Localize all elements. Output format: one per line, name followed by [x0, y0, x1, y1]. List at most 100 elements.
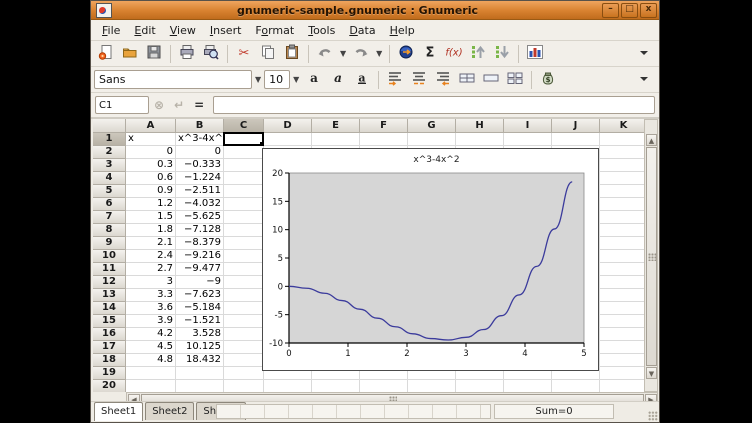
row-header-20[interactable]: 20: [93, 380, 126, 392]
redo-dropdown-icon[interactable]: ▼: [373, 49, 385, 58]
font-name-dropdown-icon[interactable]: ▼: [252, 75, 264, 84]
cell-C20[interactable]: [224, 380, 264, 392]
row-header-7[interactable]: 7: [93, 211, 126, 224]
cell-F1[interactable]: [360, 133, 408, 146]
cell-K20[interactable]: [600, 380, 644, 392]
row-header-12[interactable]: 12: [93, 276, 126, 289]
cell-B16[interactable]: 3.528: [176, 328, 224, 341]
cell-B8[interactable]: −7.128: [176, 224, 224, 237]
formula-input[interactable]: [213, 96, 655, 114]
row-header-13[interactable]: 13: [93, 289, 126, 302]
undo-button[interactable]: [313, 43, 337, 65]
cell-K8[interactable]: [600, 224, 644, 237]
column-header-G[interactable]: G: [408, 119, 456, 133]
menu-view[interactable]: View: [163, 22, 203, 39]
cell-E20[interactable]: [312, 380, 360, 392]
row-header-9[interactable]: 9: [93, 237, 126, 250]
cell-K4[interactable]: [600, 172, 644, 185]
cell-A2[interactable]: 0: [126, 146, 176, 159]
copy-button[interactable]: [256, 43, 280, 65]
cell-C4[interactable]: [224, 172, 264, 185]
cell-A1[interactable]: x: [126, 133, 176, 146]
cell-K7[interactable]: [600, 211, 644, 224]
cell-A9[interactable]: 2.1: [126, 237, 176, 250]
cell-B18[interactable]: 18.432: [176, 354, 224, 367]
cell-K12[interactable]: [600, 276, 644, 289]
cell-B3[interactable]: −0.333: [176, 159, 224, 172]
cell-K2[interactable]: [600, 146, 644, 159]
merge-cells-button[interactable]: [455, 69, 479, 91]
redo-button[interactable]: [349, 43, 373, 65]
row-header-10[interactable]: 10: [93, 250, 126, 263]
cell-K9[interactable]: [600, 237, 644, 250]
column-header-H[interactable]: H: [456, 119, 504, 133]
cell-C2[interactable]: [224, 146, 264, 159]
overflow-arrow-button[interactable]: [632, 69, 656, 91]
cell-B17[interactable]: 10.125: [176, 341, 224, 354]
scroll-up-icon[interactable]: ▲: [646, 134, 657, 146]
row-header-8[interactable]: 8: [93, 224, 126, 237]
cell-C7[interactable]: [224, 211, 264, 224]
cell-C19[interactable]: [224, 367, 264, 380]
cell-H1[interactable]: [456, 133, 504, 146]
maximize-button[interactable]: □: [621, 3, 638, 18]
column-header-B[interactable]: B: [176, 119, 224, 133]
row-header-14[interactable]: 14: [93, 302, 126, 315]
cell-C12[interactable]: [224, 276, 264, 289]
column-header-K[interactable]: K: [600, 119, 644, 133]
cell-B14[interactable]: −5.184: [176, 302, 224, 315]
menu-file[interactable]: File: [95, 22, 127, 39]
split-merged-button[interactable]: [503, 69, 527, 91]
cell-A4[interactable]: 0.6: [126, 172, 176, 185]
cell-D20[interactable]: [264, 380, 312, 392]
cell-B20[interactable]: [176, 380, 224, 392]
cell-K5[interactable]: [600, 185, 644, 198]
italic-button[interactable]: a: [326, 69, 350, 91]
cell-D1[interactable]: [264, 133, 312, 146]
font-size-dropdown-icon[interactable]: ▼: [290, 75, 302, 84]
cell-B4[interactable]: −1.224: [176, 172, 224, 185]
resize-grip-icon[interactable]: [648, 411, 658, 421]
row-header-17[interactable]: 17: [93, 341, 126, 354]
hyperlink-globe-button[interactable]: [394, 43, 418, 65]
column-header-J[interactable]: J: [552, 119, 600, 133]
row-header-3[interactable]: 3: [93, 159, 126, 172]
cell-K14[interactable]: [600, 302, 644, 315]
cell-K1[interactable]: [600, 133, 644, 146]
cell-A12[interactable]: 3: [126, 276, 176, 289]
sort-ascending-button[interactable]: [466, 43, 490, 65]
cell-reference-box[interactable]: C1: [95, 96, 149, 114]
cell-B5[interactable]: −2.511: [176, 185, 224, 198]
menu-help[interactable]: Help: [383, 22, 422, 39]
cell-B15[interactable]: −1.521: [176, 315, 224, 328]
cell-A8[interactable]: 1.8: [126, 224, 176, 237]
cell-K16[interactable]: [600, 328, 644, 341]
cell-C18[interactable]: [224, 354, 264, 367]
cell-J1[interactable]: [552, 133, 600, 146]
center-across-button[interactable]: [479, 69, 503, 91]
menu-insert[interactable]: Insert: [203, 22, 249, 39]
cell-C10[interactable]: [224, 250, 264, 263]
enter-icon[interactable]: ↵: [174, 98, 184, 112]
cell-K19[interactable]: [600, 367, 644, 380]
cell-K6[interactable]: [600, 198, 644, 211]
undo-dropdown-icon[interactable]: ▼: [337, 49, 349, 58]
menu-data[interactable]: Data: [342, 22, 382, 39]
equals-icon[interactable]: =: [194, 98, 204, 112]
paste-button[interactable]: [280, 43, 304, 65]
cell-A7[interactable]: 1.5: [126, 211, 176, 224]
close-button[interactable]: x: [640, 3, 657, 18]
cell-A20[interactable]: [126, 380, 176, 392]
column-header-D[interactable]: D: [264, 119, 312, 133]
align-left-button[interactable]: [383, 69, 407, 91]
cell-A3[interactable]: 0.3: [126, 159, 176, 172]
cell-K13[interactable]: [600, 289, 644, 302]
cell-C6[interactable]: [224, 198, 264, 211]
print-button[interactable]: [175, 43, 199, 65]
cell-K11[interactable]: [600, 263, 644, 276]
select-all-corner[interactable]: [93, 119, 126, 133]
cell-F20[interactable]: [360, 380, 408, 392]
cell-A14[interactable]: 3.6: [126, 302, 176, 315]
cell-C15[interactable]: [224, 315, 264, 328]
row-header-16[interactable]: 16: [93, 328, 126, 341]
